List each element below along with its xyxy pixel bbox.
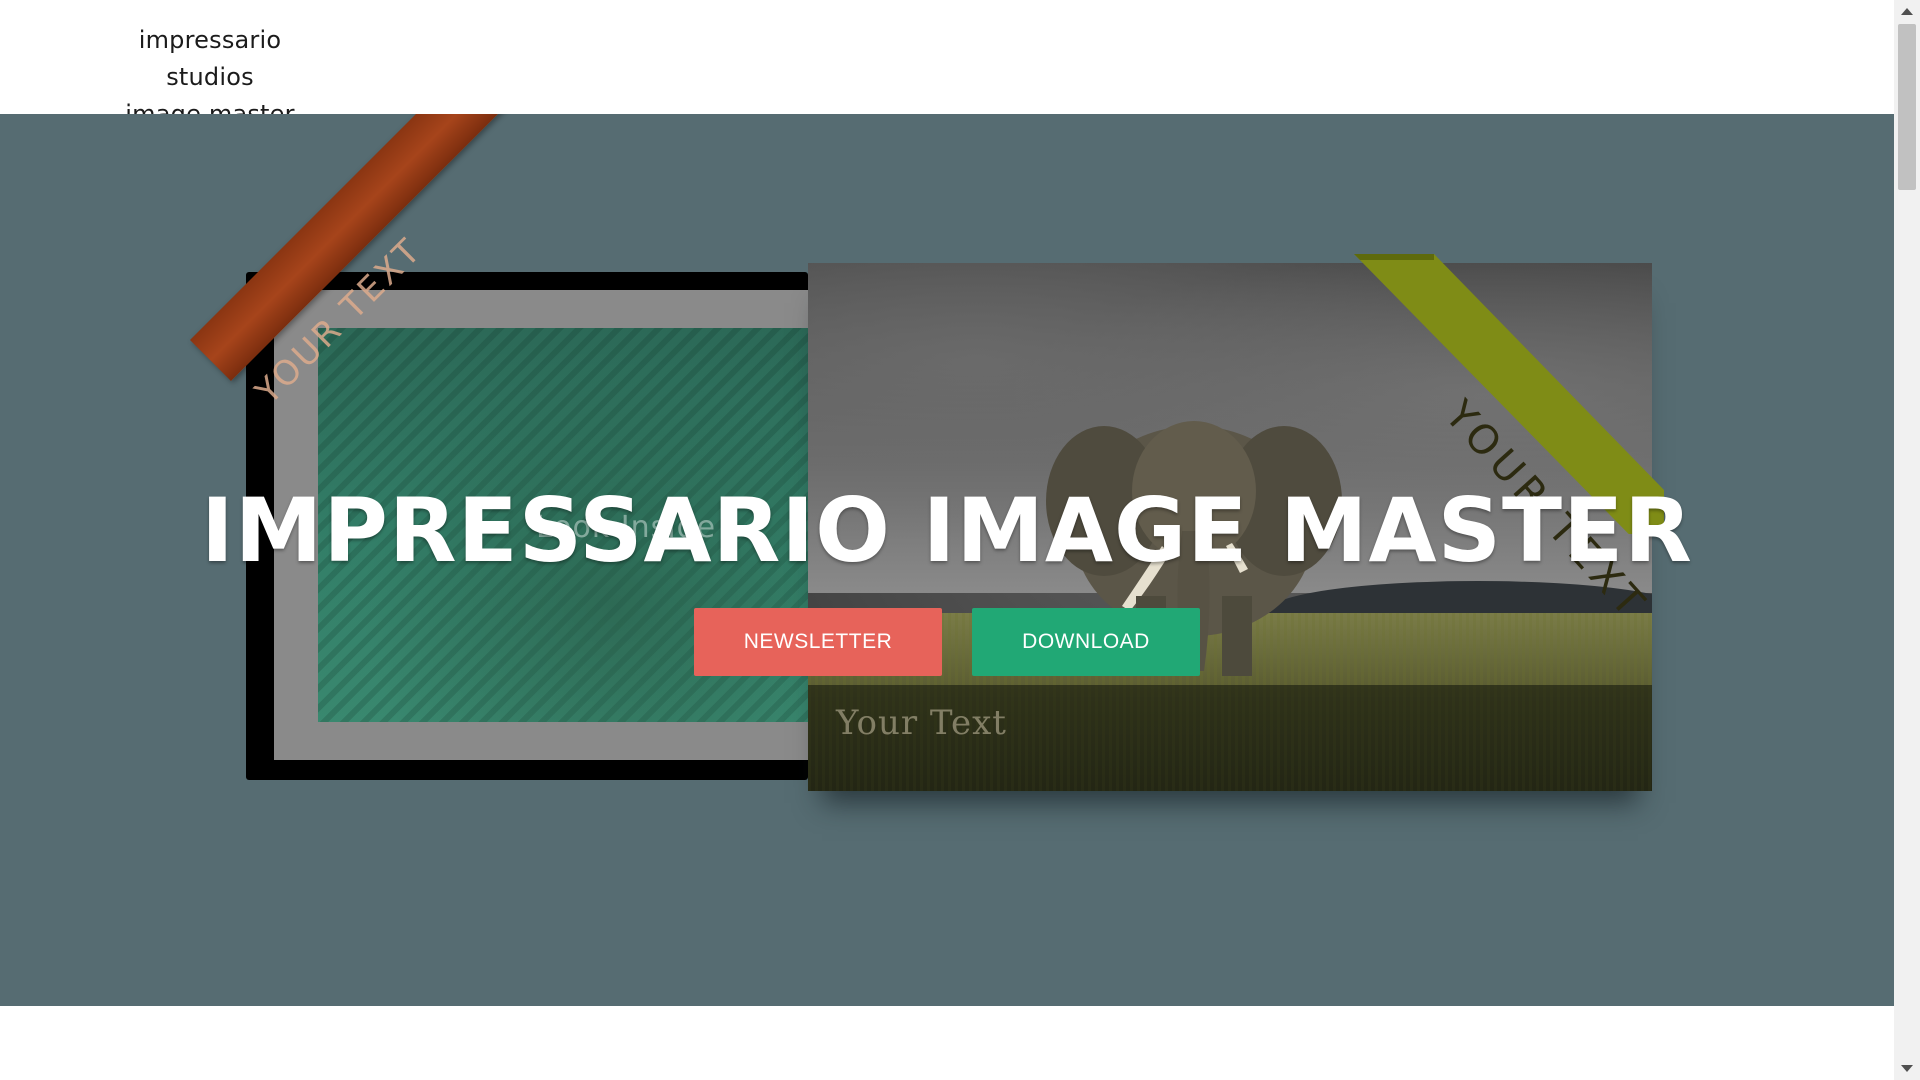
page: impressario studios image master Look In… <box>0 0 1920 1080</box>
arrow-up-icon[interactable] <box>1901 8 1913 15</box>
scrollbar-thumb[interactable] <box>1898 24 1916 190</box>
site-header: impressario studios image master <box>0 0 1894 128</box>
image-caption: Your Text <box>836 703 1007 743</box>
brand-line-1: impressario studios <box>138 26 282 91</box>
hero-section: Look Inside YOUR TEXT Your Text YOUR TEX… <box>0 114 1894 1006</box>
arrow-down-icon[interactable] <box>1901 1065 1913 1072</box>
hero-headline: IMPRESSARIO IMAGE MASTER <box>201 478 1693 582</box>
vertical-scrollbar[interactable] <box>1894 0 1920 1080</box>
download-button[interactable]: DOWNLOAD <box>972 608 1200 676</box>
newsletter-button[interactable]: NEWSLETTER <box>694 608 942 676</box>
